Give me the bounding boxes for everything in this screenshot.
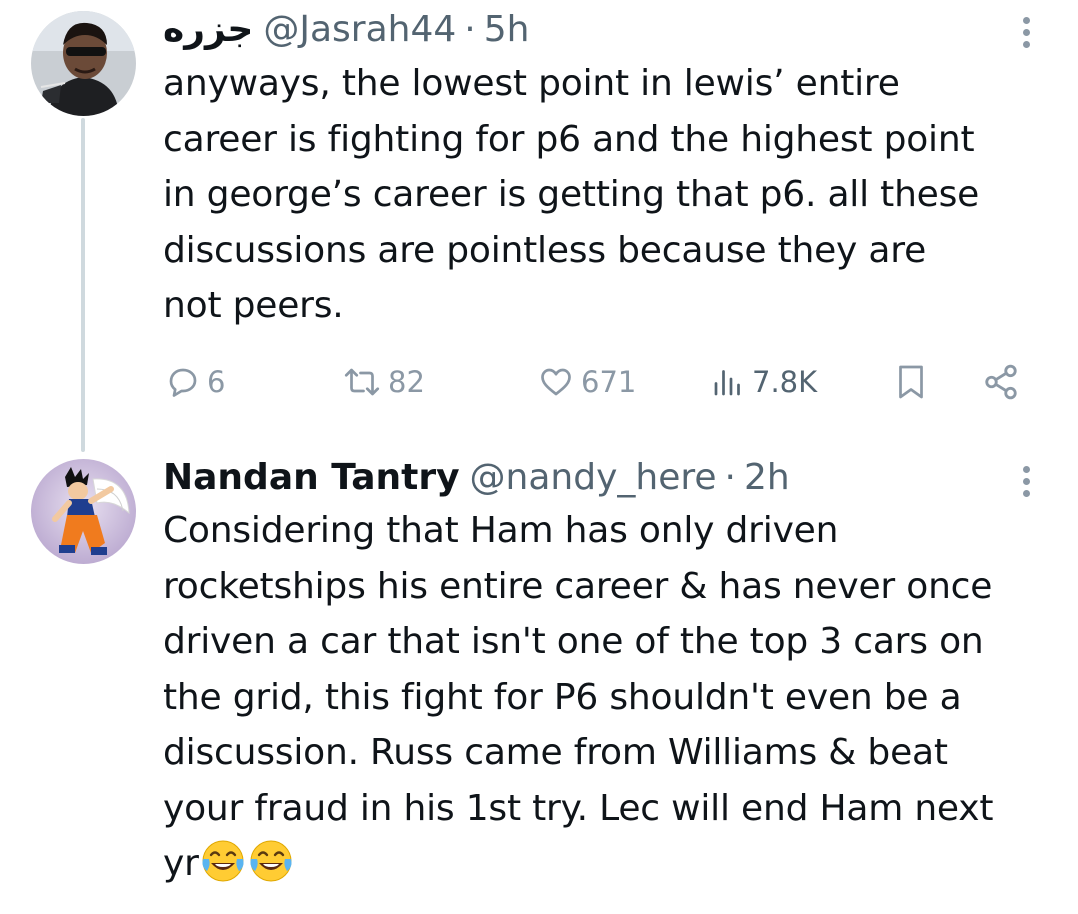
like-icon	[541, 368, 571, 396]
retweet-button[interactable]: 82	[342, 358, 425, 406]
retweet-icon	[344, 368, 380, 396]
tweet-actions: 6 82 671 7.8K	[165, 358, 1025, 406]
display-name[interactable]: جزره	[163, 8, 253, 52]
retweet-count: 82	[388, 365, 425, 399]
timestamp[interactable]: 2h	[744, 456, 790, 500]
laughing-tears-emoji-icon	[202, 840, 244, 882]
like-count: 671	[581, 365, 637, 399]
bookmark-icon	[899, 365, 923, 399]
separator-dot: ·	[464, 9, 476, 50]
user-handle[interactable]: @Jasrah44	[263, 8, 456, 52]
tweet-header: Nandan Tantry @nandy_here · 2h	[163, 456, 790, 500]
more-icon[interactable]	[1021, 466, 1031, 497]
tweet-text: Considering that Ham has only driven roc…	[163, 503, 1063, 892]
bookmark-button[interactable]	[893, 358, 929, 406]
user-handle[interactable]: @nandy_here	[470, 456, 717, 500]
laughing-tears-emoji-icon	[250, 840, 292, 882]
timestamp[interactable]: 5h	[484, 8, 530, 52]
reply-button[interactable]: 6	[165, 358, 225, 406]
tweet-text-body: Considering that Ham has only driven roc…	[163, 510, 994, 884]
more-icon[interactable]	[1021, 17, 1031, 48]
tweet-header: جزره @Jasrah44 · 5h	[163, 8, 529, 52]
avatar[interactable]	[31, 11, 136, 116]
reply-count: 6	[207, 365, 226, 399]
view-count: 7.8K	[752, 365, 818, 399]
views-button[interactable]: 7.8K	[710, 358, 817, 406]
tweet-text: anyways, the lowest point in lewis’ enti…	[163, 63, 980, 326]
reply-icon	[169, 368, 197, 397]
avatar[interactable]	[31, 459, 136, 564]
views-icon	[714, 370, 740, 396]
share-button[interactable]	[981, 358, 1021, 406]
share-icon	[985, 364, 1017, 400]
separator-dot: ·	[724, 457, 736, 498]
tweet-thread: جزره @Jasrah44 · 5h anyways, the lowest …	[0, 0, 1078, 914]
like-button[interactable]: 671	[537, 358, 636, 406]
display-name[interactable]: Nandan Tantry	[163, 456, 460, 500]
thread-connector-line	[81, 118, 85, 452]
